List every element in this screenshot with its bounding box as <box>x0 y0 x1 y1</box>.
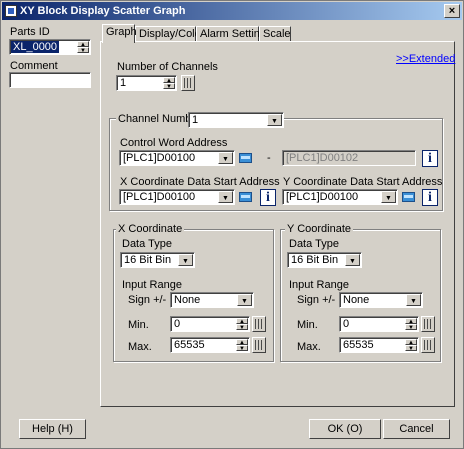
x-min-label: Min. <box>128 319 149 331</box>
num-channels-field[interactable]: 1 ▲ ▼ <box>116 75 177 91</box>
y-data-type-label: Data Type <box>289 238 339 250</box>
comment-label: Comment <box>10 60 58 72</box>
parts-id-value: XL_0000 <box>11 41 60 53</box>
num-channels-label: Number of Channels <box>117 61 218 73</box>
x-max-field[interactable]: 65535 ▲ ▼ <box>170 337 250 353</box>
chevron-down-icon[interactable]: ▼ <box>237 294 252 306</box>
y-data-type-select[interactable]: 16 Bit Bin ▼ <box>287 252 362 268</box>
chevron-down-icon[interactable]: ▼ <box>218 152 233 164</box>
x-max-label: Max. <box>128 341 152 353</box>
spin-down-icon[interactable]: ▼ <box>236 324 248 331</box>
info-icon[interactable]: i <box>260 189 276 206</box>
y-min-label: Min. <box>297 319 318 331</box>
parts-id-label: Parts ID <box>10 26 50 38</box>
tab-alarm-settings[interactable]: Alarm Settings <box>196 26 272 42</box>
chevron-down-icon[interactable]: ▼ <box>345 254 360 266</box>
help-button[interactable]: Help (H) <box>19 419 86 439</box>
x-start-address-label: X Coordinate Data Start Address <box>120 176 280 188</box>
dialog-window: XY Block Display Scatter Graph × Parts I… <box>0 0 464 449</box>
address-picker-icon[interactable] <box>237 151 254 166</box>
tab-graph[interactable]: Graph <box>102 24 137 43</box>
keypad-icon[interactable] <box>421 316 435 332</box>
chevron-down-icon[interactable]: ▼ <box>218 191 233 203</box>
keypad-icon[interactable] <box>252 337 266 353</box>
num-channels-spinner[interactable]: ▲ ▼ <box>163 77 175 90</box>
y-max-field[interactable]: 65535 ▲ ▼ <box>339 337 419 353</box>
parts-id-field[interactable]: XL_0000 ▲ ▼ <box>9 39 91 55</box>
address-picker-icon[interactable] <box>400 190 417 205</box>
x-data-type-select[interactable]: 16 Bit Bin ▼ <box>120 252 195 268</box>
tab-display-color[interactable]: Display/Color <box>135 26 204 42</box>
spin-down-icon[interactable]: ▼ <box>236 345 248 352</box>
y-min-field[interactable]: 0 ▲ ▼ <box>339 316 419 332</box>
address-picker-icon[interactable] <box>237 190 254 205</box>
y-max-spinner[interactable]: ▲ ▼ <box>405 339 417 352</box>
x-start-address-field[interactable]: [PLC1]D00100 ▼ <box>119 189 235 205</box>
tab-scale[interactable]: Scale <box>259 26 291 42</box>
control-word-end-field: [PLC1]D00102 <box>282 150 416 166</box>
y-sign-select[interactable]: None ▼ <box>339 292 423 308</box>
comment-field[interactable] <box>9 72 91 88</box>
channel-number-select[interactable]: 1 ▼ <box>188 112 284 128</box>
chevron-down-icon[interactable]: ▼ <box>381 191 396 203</box>
spin-down-icon[interactable]: ▼ <box>405 345 417 352</box>
parts-id-spinner[interactable]: ▲ ▼ <box>77 41 89 54</box>
window-title: XY Block Display Scatter Graph <box>20 5 186 17</box>
x-coordinate-title: X Coordinate <box>116 223 185 235</box>
keypad-icon[interactable] <box>421 337 435 353</box>
control-word-address-field[interactable]: [PLC1]D00100 ▼ <box>119 150 235 166</box>
x-data-type-label: Data Type <box>122 238 172 250</box>
control-word-label: Control Word Address <box>120 137 228 149</box>
keypad-icon[interactable] <box>252 316 266 332</box>
chevron-down-icon[interactable]: ▼ <box>178 254 193 266</box>
y-max-label: Max. <box>297 341 321 353</box>
x-input-range-label: Input Range <box>122 279 182 291</box>
info-icon[interactable]: i <box>422 150 438 167</box>
x-min-field[interactable]: 0 ▲ ▼ <box>170 316 250 332</box>
spin-down-icon[interactable]: ▼ <box>405 324 417 331</box>
spin-down-icon[interactable]: ▼ <box>163 83 175 90</box>
address-range-dash: - <box>267 152 271 164</box>
chevron-down-icon[interactable]: ▼ <box>267 114 282 126</box>
keypad-icon[interactable] <box>181 75 195 91</box>
title-bar: XY Block Display Scatter Graph × <box>2 2 462 20</box>
x-sign-select[interactable]: None ▼ <box>170 292 254 308</box>
x-sign-label: Sign +/- <box>128 294 167 306</box>
x-max-spinner[interactable]: ▲ ▼ <box>236 339 248 352</box>
app-icon <box>5 5 17 17</box>
y-start-address-label: Y Coordinate Data Start Address <box>283 176 443 188</box>
cancel-button[interactable]: Cancel <box>383 419 450 439</box>
info-icon[interactable]: i <box>422 189 438 206</box>
chevron-down-icon[interactable]: ▼ <box>406 294 421 306</box>
spin-down-icon[interactable]: ▼ <box>77 47 89 54</box>
x-min-spinner[interactable]: ▲ ▼ <box>236 318 248 331</box>
extended-link[interactable]: >>Extended <box>396 53 455 65</box>
y-min-spinner[interactable]: ▲ ▼ <box>405 318 417 331</box>
ok-button[interactable]: OK (O) <box>309 419 381 439</box>
close-button[interactable]: × <box>444 4 460 18</box>
y-sign-label: Sign +/- <box>297 294 336 306</box>
y-coordinate-title: Y Coordinate <box>285 223 354 235</box>
y-start-address-field[interactable]: [PLC1]D00100 ▼ <box>282 189 398 205</box>
y-input-range-label: Input Range <box>289 279 349 291</box>
